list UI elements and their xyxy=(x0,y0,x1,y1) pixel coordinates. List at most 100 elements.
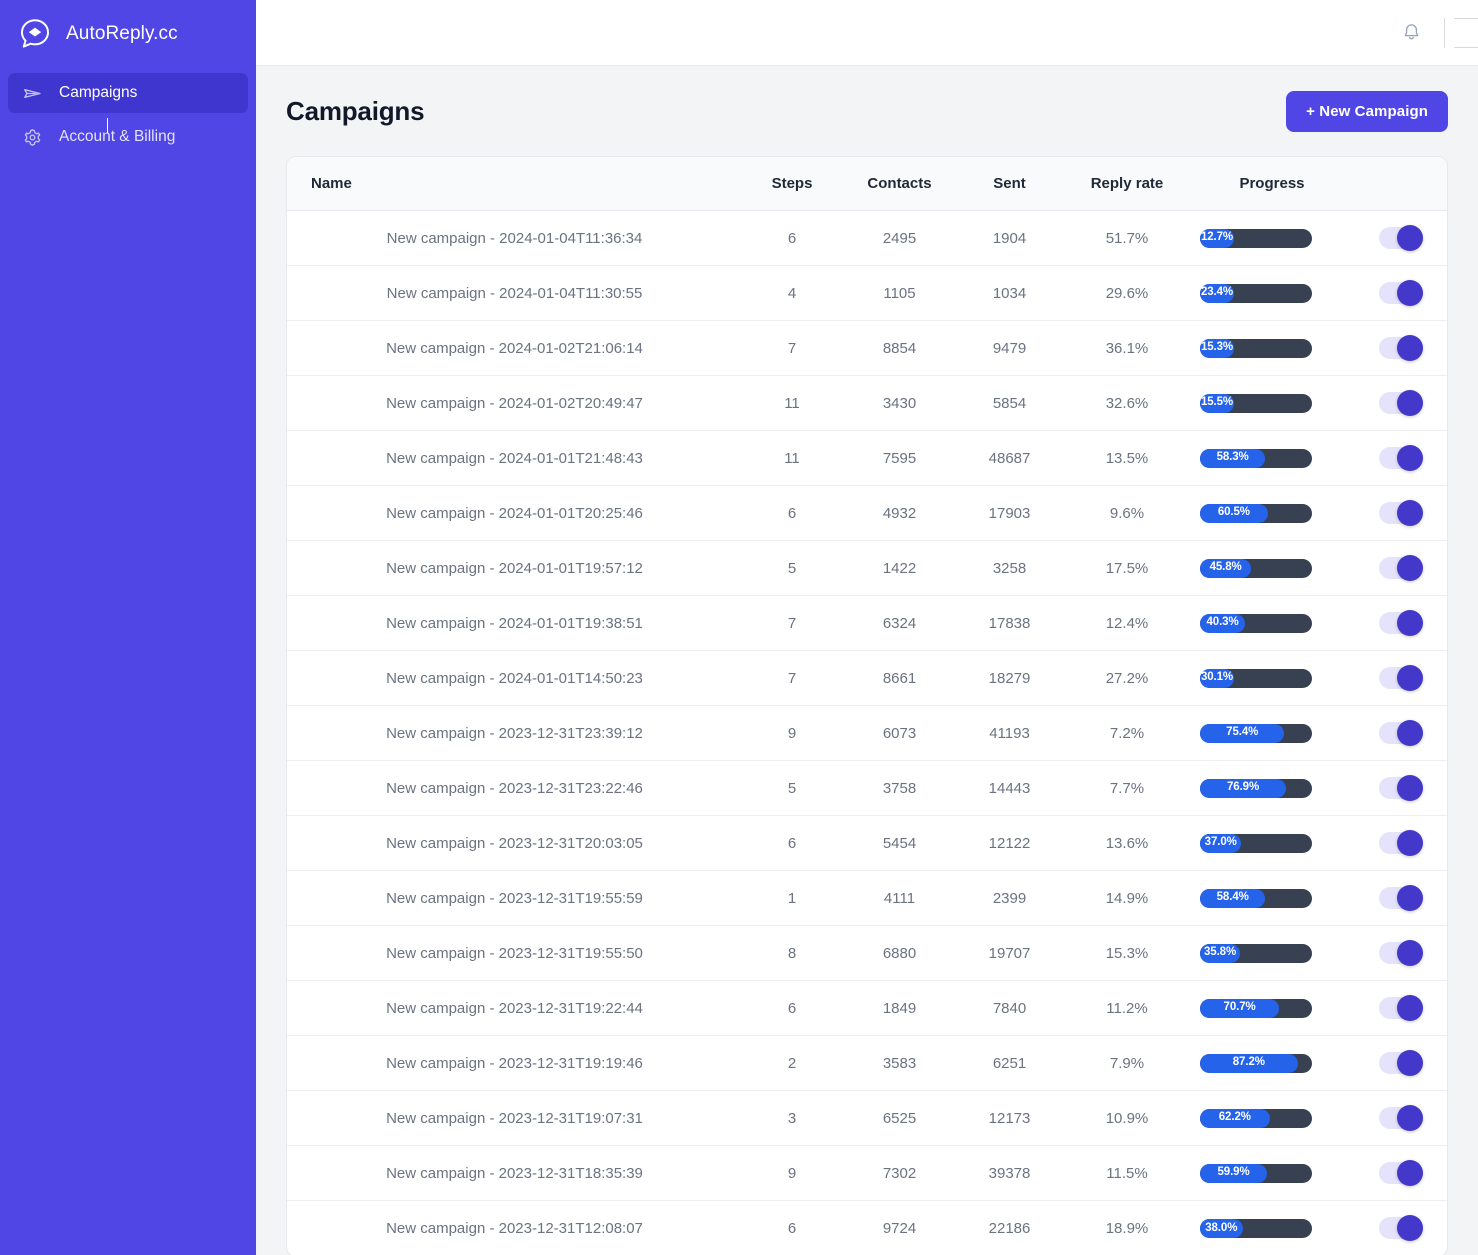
progress-bar-track: 59.9% xyxy=(1200,1163,1312,1183)
campaign-enabled-toggle[interactable] xyxy=(1378,225,1423,251)
progress-label: 12.7% xyxy=(1200,231,1234,244)
toggle-knob xyxy=(1396,1160,1423,1186)
brand[interactable]: AutoReply.cc xyxy=(0,0,256,68)
campaign-enabled-toggle[interactable] xyxy=(1378,335,1423,361)
campaign-enabled-toggle[interactable] xyxy=(1378,1105,1423,1131)
cell-toggle xyxy=(1352,265,1447,321)
cell-campaign-name: New campaign - 2024-01-04T11:30:55 xyxy=(287,265,742,321)
cell-campaign-name: New campaign - 2023-12-31T23:22:46 xyxy=(287,760,742,816)
column-header-reply-rate[interactable]: Reply rate xyxy=(1062,157,1192,211)
progress-bar-fill: 60.5% xyxy=(1200,503,1268,523)
table-row[interactable]: New campaign - 2024-01-01T20:25:46 6 4932 1… xyxy=(287,485,1447,541)
cell-steps: 4 xyxy=(742,265,842,321)
cell-sent: 14443 xyxy=(957,760,1062,816)
campaign-enabled-toggle[interactable] xyxy=(1378,610,1423,636)
campaign-enabled-toggle[interactable] xyxy=(1378,885,1423,911)
cell-progress: 30.1% xyxy=(1192,650,1352,706)
progress-bar-fill: 40.3% xyxy=(1200,613,1246,633)
progress-bar-track: 75.4% xyxy=(1200,723,1312,743)
table-row[interactable]: New campaign - 2023-12-31T20:03:05 6 5454 1… xyxy=(287,815,1447,871)
campaign-enabled-toggle[interactable] xyxy=(1378,1160,1423,1186)
avatar-placeholder[interactable] xyxy=(1444,10,1478,56)
progress-bar-fill: 30.1% xyxy=(1200,668,1234,688)
progress-bar-track: 12.7% xyxy=(1200,228,1312,248)
toggle-knob xyxy=(1396,720,1423,746)
table-row[interactable]: New campaign - 2024-01-04T11:36:34 6 2495 1… xyxy=(287,210,1447,266)
table-row[interactable]: New campaign - 2024-01-01T14:50:23 7 8661 1… xyxy=(287,650,1447,706)
campaign-enabled-toggle[interactable] xyxy=(1378,665,1423,691)
cell-sent: 12173 xyxy=(957,1090,1062,1146)
cell-steps: 5 xyxy=(742,760,842,816)
cell-sent: 12122 xyxy=(957,815,1062,871)
table-row[interactable]: New campaign - 2023-12-31T23:22:46 5 3758 1… xyxy=(287,760,1447,816)
table-row[interactable]: New campaign - 2024-01-04T11:30:55 4 1105 1… xyxy=(287,265,1447,321)
cell-reply-rate: 13.6% xyxy=(1062,815,1192,871)
sidebar-item-campaigns[interactable]: Campaigns xyxy=(8,73,248,113)
campaign-enabled-toggle[interactable] xyxy=(1378,775,1423,801)
table-row[interactable]: New campaign - 2023-12-31T19:22:44 6 1849 7… xyxy=(287,980,1447,1036)
table-row[interactable]: New campaign - 2023-12-31T19:19:46 2 3583 6… xyxy=(287,1035,1447,1091)
progress-bar-fill: 15.3% xyxy=(1200,338,1234,358)
cell-progress: 15.5% xyxy=(1192,375,1352,431)
table-row[interactable]: New campaign - 2023-12-31T12:08:07 6 9724 2… xyxy=(287,1201,1447,1255)
campaign-enabled-toggle[interactable] xyxy=(1378,1050,1423,1076)
cell-campaign-name: New campaign - 2023-12-31T20:03:05 xyxy=(287,815,742,871)
campaign-enabled-toggle[interactable] xyxy=(1378,995,1423,1021)
table-row[interactable]: New campaign - 2024-01-01T19:38:51 7 6324 1… xyxy=(287,595,1447,651)
toggle-knob xyxy=(1396,995,1423,1021)
app-root: AutoReply.cc Campaigns Account & Billing xyxy=(0,0,1478,1255)
progress-bar-track: 58.4% xyxy=(1200,888,1312,908)
cell-steps: 11 xyxy=(742,430,842,486)
table-row[interactable]: New campaign - 2024-01-02T20:49:47 11 3430… xyxy=(287,375,1447,431)
column-header-contacts[interactable]: Contacts xyxy=(842,157,957,211)
campaign-enabled-toggle[interactable] xyxy=(1378,830,1423,856)
campaign-enabled-toggle[interactable] xyxy=(1378,445,1423,471)
cell-progress: 23.4% xyxy=(1192,265,1352,321)
campaign-enabled-toggle[interactable] xyxy=(1378,555,1423,581)
progress-label: 23.4% xyxy=(1200,286,1234,299)
campaign-enabled-toggle[interactable] xyxy=(1378,940,1423,966)
cell-contacts: 6525 xyxy=(842,1090,957,1146)
cell-reply-rate: 32.6% xyxy=(1062,375,1192,431)
campaign-enabled-toggle[interactable] xyxy=(1378,720,1423,746)
notifications-button[interactable] xyxy=(1396,18,1426,48)
sidebar-item-account-billing[interactable]: Account & Billing xyxy=(8,117,248,157)
progress-label: 38.0% xyxy=(1205,1221,1238,1234)
campaign-enabled-toggle[interactable] xyxy=(1378,390,1423,416)
table-body: New campaign - 2024-01-04T11:36:34 6 2495 1… xyxy=(287,210,1447,1255)
toggle-knob xyxy=(1396,280,1423,306)
table-row[interactable]: New campaign - 2023-12-31T19:07:31 3 6525 1… xyxy=(287,1090,1447,1146)
cell-steps: 9 xyxy=(742,705,842,761)
campaign-enabled-toggle[interactable] xyxy=(1378,500,1423,526)
column-header-steps[interactable]: Steps xyxy=(742,157,842,211)
table-row[interactable]: New campaign - 2023-12-31T19:55:59 1 4111 2… xyxy=(287,870,1447,926)
campaign-enabled-toggle[interactable] xyxy=(1378,1215,1423,1242)
cell-reply-rate: 12.4% xyxy=(1062,595,1192,651)
table-row[interactable]: New campaign - 2024-01-01T21:48:43 11 7595… xyxy=(287,430,1447,486)
progress-bar-track: 38.0% xyxy=(1200,1218,1312,1238)
cell-contacts: 6073 xyxy=(842,705,957,761)
cell-contacts: 3583 xyxy=(842,1035,957,1091)
campaign-enabled-toggle[interactable] xyxy=(1378,280,1423,306)
cell-toggle xyxy=(1352,980,1447,1036)
table-row[interactable]: New campaign - 2023-12-31T19:55:50 8 6880 1… xyxy=(287,925,1447,981)
cell-reply-rate: 13.5% xyxy=(1062,430,1192,486)
table-row[interactable]: New campaign - 2023-12-31T23:39:12 9 6073 4… xyxy=(287,705,1447,761)
toggle-knob xyxy=(1396,555,1423,581)
cell-campaign-name: New campaign - 2023-12-31T19:07:31 xyxy=(287,1090,742,1146)
cell-campaign-name: New campaign - 2024-01-01T19:57:12 xyxy=(287,540,742,596)
cell-toggle xyxy=(1352,1145,1447,1201)
progress-bar-fill: 58.3% xyxy=(1200,448,1266,468)
column-header-sent[interactable]: Sent xyxy=(957,157,1062,211)
cell-toggle xyxy=(1352,1090,1447,1146)
column-header-progress[interactable]: Progress xyxy=(1192,157,1352,211)
new-campaign-button[interactable]: + New Campaign xyxy=(1286,90,1448,132)
table-row[interactable]: New campaign - 2024-01-01T19:57:12 5 1422 3… xyxy=(287,540,1447,596)
cell-progress: 12.7% xyxy=(1192,210,1352,266)
table-row[interactable]: New campaign - 2023-12-31T18:35:39 9 7302 3… xyxy=(287,1145,1447,1201)
column-header-name[interactable]: Name xyxy=(287,157,742,211)
table-row[interactable]: New campaign - 2024-01-02T21:06:14 7 8854 9… xyxy=(287,320,1447,376)
cell-campaign-name: New campaign - 2023-12-31T19:19:46 xyxy=(287,1035,742,1091)
cell-campaign-name: New campaign - 2024-01-01T20:25:46 xyxy=(287,485,742,541)
cell-toggle xyxy=(1352,320,1447,376)
